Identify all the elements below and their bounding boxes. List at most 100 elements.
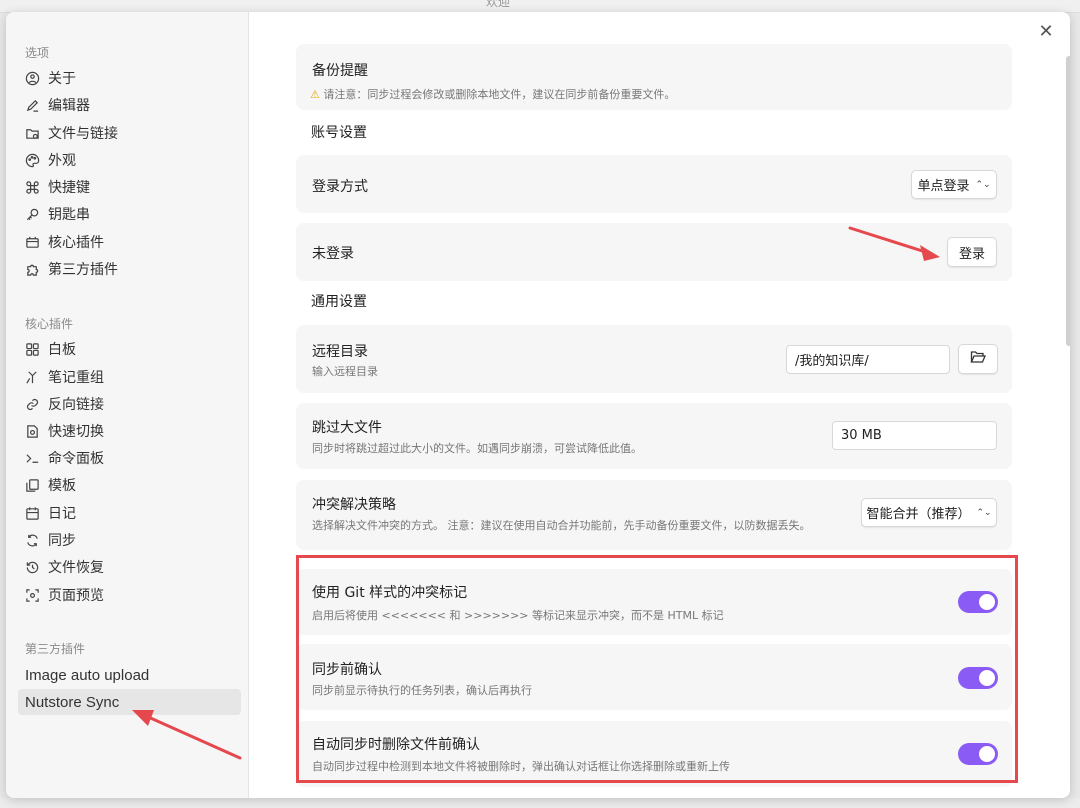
sidebar-item-label: 同步 xyxy=(48,533,76,549)
login-method-select[interactable]: 单点登录 ⌃⌄ xyxy=(911,170,997,199)
plug-icon xyxy=(24,234,40,250)
settings-modal: 选项 关于 编辑器 文件与链接 外观 快捷键 钥匙串 核心插件 第三方插件 核心… xyxy=(6,12,1070,798)
confirm-delete-card: 自动同步时删除文件前确认 自动同步过程中检测到本地文件将被删除时，弹出确认对话框… xyxy=(296,721,1012,787)
switch-icon xyxy=(24,423,40,439)
git-conflict-markers-label: 使用 Git 样式的冲突标记 xyxy=(312,585,468,601)
third-party-section-title: 第三方插件 xyxy=(25,642,86,656)
remote-directory-card: 远程目录 输入远程目录 /我的知识库/ xyxy=(296,325,1012,393)
puzzle-icon xyxy=(24,261,40,277)
confirm-before-sync-card: 同步前确认 同步前显示待执行的任务列表，确认后再执行 xyxy=(296,644,1012,710)
sidebar-item-command-palette[interactable]: 命令面板 xyxy=(18,445,234,471)
confirm-before-sync-toggle[interactable] xyxy=(958,667,998,689)
confirm-delete-desc: 自动同步过程中检测到本地文件将被删除时，弹出确认对话框让你选择删除或重新上传 xyxy=(312,760,730,773)
grid-icon xyxy=(24,341,40,357)
sidebar-item-label: 快捷键 xyxy=(48,180,90,196)
sidebar-item-note-composer[interactable]: 笔记重组 xyxy=(18,364,234,390)
sidebar-item-page-preview[interactable]: 页面预览 xyxy=(18,582,234,608)
sidebar-item-image-auto-upload[interactable]: Image auto upload xyxy=(18,662,241,688)
login-method-label: 登录方式 xyxy=(312,179,368,195)
sidebar-item-label: 核心插件 xyxy=(48,235,104,251)
folder-link-icon xyxy=(24,125,40,141)
sidebar-item-files-links[interactable]: 文件与链接 xyxy=(18,120,234,146)
conflict-strategy-value: 智能合并（推荐） xyxy=(866,507,971,522)
login-button[interactable]: 登录 xyxy=(947,237,997,267)
settings-sidebar: 选项 关于 编辑器 文件与链接 外观 快捷键 钥匙串 核心插件 第三方插件 核心… xyxy=(6,12,249,798)
sidebar-item-label: 关于 xyxy=(48,71,76,87)
sidebar-item-keychain[interactable]: 钥匙串 xyxy=(18,201,234,227)
skip-large-files-card: 跳过大文件 同步时将跳过超过此大小的文件。如遇同步崩溃，可尝试降低此值。 30 … xyxy=(296,403,1012,469)
sidebar-item-label: 笔记重组 xyxy=(48,370,104,386)
login-method-value: 单点登录 xyxy=(917,179,970,194)
sidebar-item-appearance[interactable]: 外观 xyxy=(18,147,234,173)
sidebar-item-quick-switcher[interactable]: 快速切换 xyxy=(18,418,234,444)
remote-directory-label: 远程目录 xyxy=(312,344,368,360)
conflict-strategy-card: 冲突解决策略 选择解决文件冲突的方式。 注意：建议在使用自动合并功能前，先手动备… xyxy=(296,480,1012,550)
sidebar-item-canvas[interactable]: 白板 xyxy=(18,336,234,362)
history-icon xyxy=(24,559,40,575)
background-window-title: 欢迎 xyxy=(486,0,511,9)
chevron-updown-icon: ⌃⌄ xyxy=(976,507,992,518)
template-icon xyxy=(24,477,40,493)
sync-icon xyxy=(24,532,40,548)
login-status-label: 未登录 xyxy=(312,246,354,262)
backlink-icon xyxy=(24,396,40,412)
remote-directory-desc: 输入远程目录 xyxy=(312,365,378,378)
login-status-card: 未登录 登录 xyxy=(296,223,1012,281)
sidebar-item-third-party-plugins[interactable]: 第三方插件 xyxy=(18,256,234,282)
settings-content: 备份提醒 ⚠ 请注意：同步过程会修改或删除本地文件，建议在同步前备份重要文件。 … xyxy=(249,12,1070,798)
git-conflict-markers-toggle[interactable] xyxy=(958,591,998,613)
skip-large-files-desc: 同步时将跳过超过此大小的文件。如遇同步崩溃，可尝试降低此值。 xyxy=(312,442,642,455)
sidebar-item-label: 第三方插件 xyxy=(48,262,118,278)
confirm-delete-toggle[interactable] xyxy=(958,743,998,765)
sidebar-item-nutstore-sync[interactable]: Nutstore Sync xyxy=(18,689,241,715)
git-conflict-markers-card: 使用 Git 样式的冲突标记 启用后将使用 <<<<<<< 和 >>>>>>> … xyxy=(296,569,1012,635)
conflict-strategy-select[interactable]: 智能合并（推荐） ⌃⌄ xyxy=(861,498,997,527)
sidebar-item-label: 页面预览 xyxy=(48,588,104,604)
backup-reminder-card: 备份提醒 ⚠ 请注意：同步过程会修改或删除本地文件，建议在同步前备份重要文件。 xyxy=(296,44,1012,110)
core-plugins-section-title: 核心插件 xyxy=(25,317,74,331)
command-icon xyxy=(24,179,40,195)
sidebar-item-templates[interactable]: 模板 xyxy=(18,472,234,498)
remote-directory-input[interactable]: /我的知识库/ xyxy=(786,345,950,374)
merge-icon xyxy=(24,369,40,385)
terminal-icon xyxy=(24,450,40,466)
account-settings-heading: 账号设置 xyxy=(311,125,367,141)
background-window-bottom xyxy=(0,798,1080,808)
conflict-strategy-label: 冲突解决策略 xyxy=(312,497,396,513)
git-conflict-markers-desc: 启用后将使用 <<<<<<< 和 >>>>>>> 等标记来显示冲突，而不是 HT… xyxy=(312,609,724,622)
sidebar-item-label: 外观 xyxy=(48,153,76,169)
sidebar-item-label: 反向链接 xyxy=(48,397,104,413)
sidebar-item-daily-notes[interactable]: 日记 xyxy=(18,500,234,526)
confirm-before-sync-label: 同步前确认 xyxy=(312,662,382,678)
skip-large-files-label: 跳过大文件 xyxy=(312,420,382,436)
skip-large-files-input[interactable]: 30 MB xyxy=(832,421,997,450)
conflict-strategy-desc: 选择解决文件冲突的方式。 注意：建议在使用自动合并功能前，先手动备份重要文件，以… xyxy=(312,519,811,532)
general-settings-heading: 通用设置 xyxy=(311,294,367,310)
sidebar-item-label: 文件与链接 xyxy=(48,126,118,142)
folder-browse-button[interactable] xyxy=(958,344,998,374)
backup-reminder-warning: ⚠ 请注意：同步过程会修改或删除本地文件，建议在同步前备份重要文件。 xyxy=(310,86,675,102)
sidebar-item-backlinks[interactable]: 反向链接 xyxy=(18,391,234,417)
preview-icon xyxy=(24,587,40,603)
calendar-icon xyxy=(24,505,40,521)
sidebar-item-hotkeys[interactable]: 快捷键 xyxy=(18,174,234,200)
sidebar-item-label: 白板 xyxy=(48,342,76,358)
sidebar-item-about[interactable]: 关于 xyxy=(18,65,234,91)
confirm-delete-label: 自动同步时删除文件前确认 xyxy=(312,737,480,753)
sidebar-item-core-plugins[interactable]: 核心插件 xyxy=(18,229,234,255)
warning-icon: ⚠ xyxy=(310,88,320,101)
options-section-title: 选项 xyxy=(25,46,50,60)
sidebar-item-label: 日记 xyxy=(48,506,76,522)
backup-warning-text: 请注意：同步过程会修改或删除本地文件，建议在同步前备份重要文件。 xyxy=(323,88,676,101)
sidebar-item-sync[interactable]: 同步 xyxy=(18,527,234,553)
sidebar-item-editor[interactable]: 编辑器 xyxy=(18,92,234,118)
pencil-icon xyxy=(24,97,40,113)
sidebar-item-label: 命令面板 xyxy=(48,451,104,467)
sidebar-item-label: 快速切换 xyxy=(48,424,104,440)
sidebar-item-file-recovery[interactable]: 文件恢复 xyxy=(18,554,234,580)
sidebar-item-label: 钥匙串 xyxy=(48,207,90,223)
chevron-updown-icon: ⌃⌄ xyxy=(975,179,991,190)
palette-icon xyxy=(24,152,40,168)
folder-open-icon xyxy=(970,350,986,368)
info-circle-icon xyxy=(24,70,40,86)
